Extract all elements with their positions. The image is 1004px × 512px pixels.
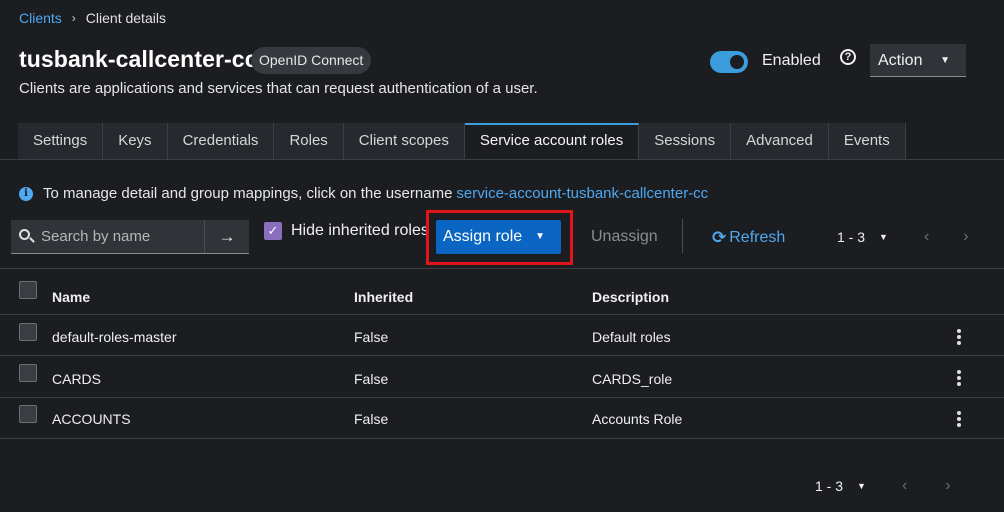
caret-down-icon[interactable]: ▼ bbox=[857, 481, 866, 491]
service-account-user-link[interactable]: service-account-tusbank-callcenter-cc bbox=[456, 185, 708, 202]
tab-bar: Settings Keys Credentials Roles Client s… bbox=[18, 123, 906, 159]
row-divider bbox=[0, 355, 1004, 356]
tabs-divider bbox=[0, 159, 1004, 160]
page-subtitle: Clients are applications and services th… bbox=[19, 80, 538, 97]
pagination-toggle[interactable]: 1 - 3 bbox=[837, 229, 865, 245]
tab-client-scopes[interactable]: Client scopes bbox=[343, 123, 465, 159]
help-circle-icon[interactable]: ? bbox=[840, 49, 856, 65]
role-name: default-roles-master bbox=[52, 329, 177, 345]
refresh-icon: ⟳ bbox=[712, 228, 727, 247]
header-divider bbox=[0, 314, 1004, 315]
role-description: Accounts Role bbox=[592, 411, 683, 427]
toolbar-divider bbox=[682, 219, 683, 253]
kebab-icon[interactable] bbox=[957, 329, 961, 347]
angle-left-icon[interactable]: ‹ bbox=[924, 228, 929, 246]
enabled-toggle[interactable] bbox=[710, 51, 748, 73]
pagination-toggle[interactable]: 1 - 3 bbox=[815, 478, 843, 494]
info-text: To manage detail and group mappings, cli… bbox=[43, 185, 453, 202]
action-label: Action bbox=[878, 52, 923, 69]
assign-role-label: Assign role bbox=[443, 228, 523, 245]
role-inherited: False bbox=[354, 371, 389, 387]
caret-down-icon: ▼ bbox=[940, 55, 950, 66]
tab-settings[interactable]: Settings bbox=[18, 123, 104, 159]
tab-keys[interactable]: Keys bbox=[103, 123, 168, 159]
role-inherited: False bbox=[354, 329, 389, 345]
tab-advanced[interactable]: Advanced bbox=[731, 123, 829, 159]
row-checkbox[interactable] bbox=[19, 364, 37, 382]
chevron-right-icon: › bbox=[71, 11, 76, 25]
role-description: Default roles bbox=[592, 329, 671, 345]
breadcrumb-clients-link[interactable]: Clients bbox=[19, 10, 62, 26]
search-box: → bbox=[11, 220, 249, 254]
kebab-icon[interactable] bbox=[957, 370, 961, 388]
arrow-right-icon[interactable]: → bbox=[204, 220, 249, 253]
tab-roles[interactable]: Roles bbox=[274, 123, 344, 159]
enabled-label: Enabled bbox=[762, 52, 821, 69]
role-inherited: False bbox=[354, 411, 389, 427]
tab-events[interactable]: Events bbox=[828, 123, 906, 159]
select-all-checkbox[interactable] bbox=[19, 281, 37, 299]
page-title: tusbank-callcenter-cc bbox=[19, 46, 258, 72]
pagination-top: 1 - 3 ▼ ‹ › bbox=[837, 228, 969, 246]
tab-credentials[interactable]: Credentials bbox=[167, 123, 275, 159]
refresh-label: Refresh bbox=[729, 229, 786, 246]
breadcrumb-current: Client details bbox=[85, 10, 166, 26]
row-checkbox[interactable] bbox=[19, 323, 37, 341]
column-header-inherited: Inherited bbox=[354, 289, 414, 305]
toggle-knob bbox=[730, 55, 744, 69]
search-icon bbox=[19, 229, 30, 240]
tab-service-account-roles[interactable]: Service account roles bbox=[464, 123, 640, 159]
hide-inherited-checkbox[interactable]: ✓ bbox=[264, 222, 282, 240]
protocol-badge: OpenID Connect bbox=[251, 47, 372, 74]
angle-right-icon[interactable]: › bbox=[963, 228, 968, 246]
row-divider bbox=[0, 397, 1004, 398]
info-message: i To manage detail and group mappings, c… bbox=[19, 185, 708, 202]
hide-inherited-toggle[interactable]: ✓ Hide inherited roles bbox=[264, 222, 429, 240]
column-header-name[interactable]: Name bbox=[52, 289, 90, 305]
row-checkbox[interactable] bbox=[19, 405, 37, 423]
column-header-description: Description bbox=[592, 289, 670, 305]
role-description: CARDS_role bbox=[592, 371, 673, 387]
caret-down-icon: ▼ bbox=[535, 231, 545, 242]
assign-role-button[interactable]: Assign role ▼ bbox=[436, 220, 561, 254]
action-dropdown-button[interactable]: Action ▼ bbox=[870, 44, 966, 77]
tab-sessions[interactable]: Sessions bbox=[639, 123, 732, 159]
role-name: ACCOUNTS bbox=[52, 411, 131, 427]
hide-inherited-label: Hide inherited roles bbox=[291, 222, 429, 239]
pagination-bottom: 1 - 3 ▼ ‹ › bbox=[815, 477, 951, 495]
info-circle-icon: i bbox=[19, 186, 33, 201]
row-divider bbox=[0, 438, 1004, 439]
breadcrumb: Clients › Client details bbox=[19, 10, 166, 26]
caret-down-icon[interactable]: ▼ bbox=[879, 232, 888, 242]
kebab-icon[interactable] bbox=[957, 411, 961, 429]
angle-right-icon[interactable]: › bbox=[945, 477, 950, 495]
refresh-button[interactable]: ⟳ Refresh bbox=[712, 228, 785, 248]
table-top-line bbox=[0, 268, 1004, 269]
search-input[interactable] bbox=[41, 220, 211, 253]
role-name: CARDS bbox=[52, 371, 102, 387]
unassign-button[interactable]: Unassign bbox=[591, 228, 658, 246]
angle-left-icon[interactable]: ‹ bbox=[902, 477, 907, 495]
